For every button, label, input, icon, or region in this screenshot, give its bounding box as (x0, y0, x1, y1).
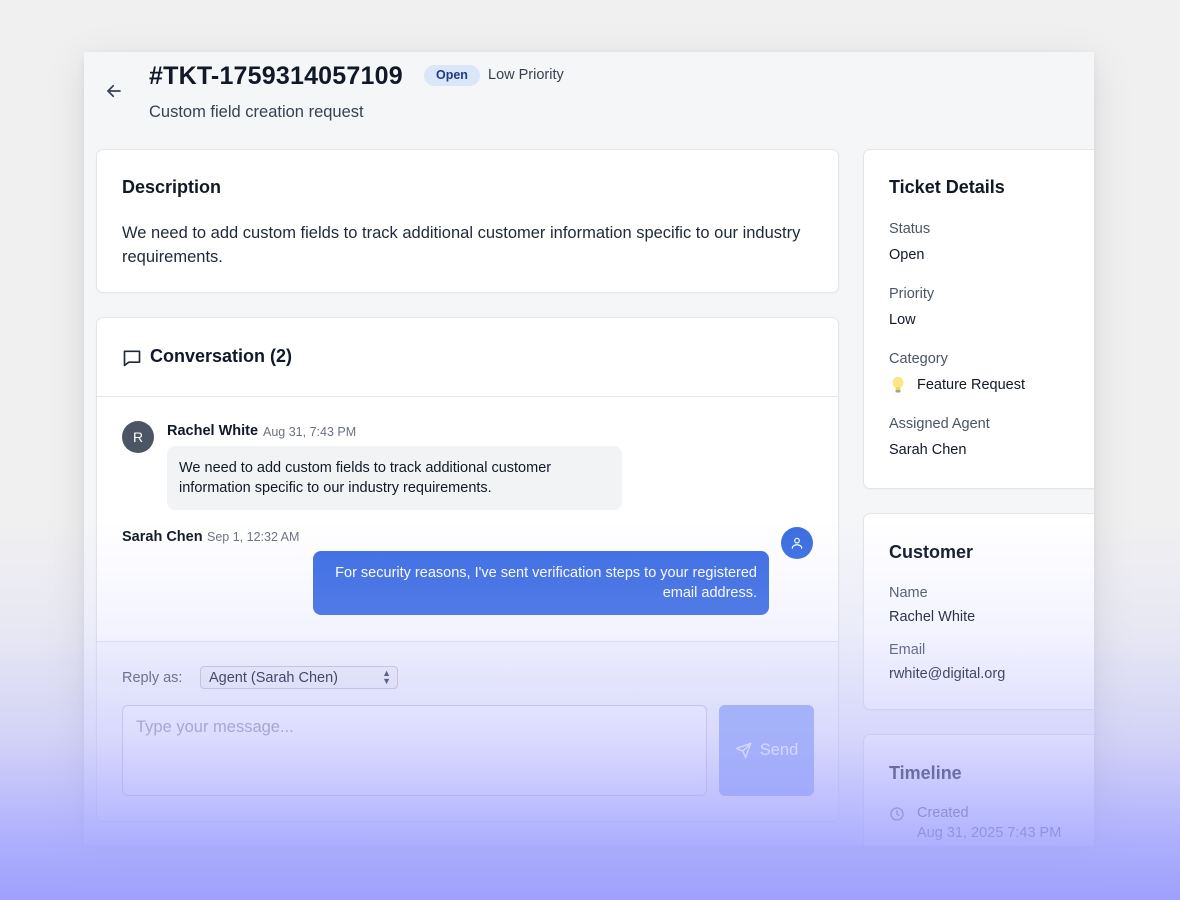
timeline-created-label: Created (917, 805, 969, 821)
category-label: Category (889, 351, 948, 367)
timeline-created-value: Aug 31, 2025 7:43 PM (917, 825, 1062, 841)
description-heading: Description (122, 177, 222, 197)
message-input[interactable]: Type your message... (122, 705, 707, 796)
ticket-details-card: Ticket Details Status Open Priority Low … (863, 149, 1094, 489)
message-bubble-customer: We need to add custom fields to track ad… (167, 446, 622, 510)
description-card: Description We need to add custom fields… (96, 149, 839, 293)
conversation-heading: Conversation (2) (150, 346, 293, 366)
user-icon (791, 537, 803, 549)
priority-value: Low (889, 312, 916, 328)
message-square-icon (123, 350, 141, 367)
arrow-left-icon (107, 84, 121, 98)
ticket-id-title: #TKT-1759314057109 (149, 62, 403, 90)
clock-icon (890, 807, 904, 821)
send-button[interactable]: Send (719, 705, 814, 796)
priority-label: Priority (889, 286, 935, 302)
message-timestamp: Sep 1, 12:32 AM (207, 530, 300, 544)
message-input-placeholder: Type your message... (136, 718, 294, 736)
status-badge: Open (424, 65, 480, 86)
assigned-agent-value: Sarah Chen (889, 442, 967, 458)
timeline-heading: Timeline (889, 763, 962, 783)
conversation-header: Conversation (2) (97, 318, 838, 397)
customer-name-label: Name (889, 585, 928, 601)
status-label: Status (889, 221, 931, 237)
ticket-details-heading: Ticket Details (889, 177, 1005, 197)
ticket-window: #TKT-1759314057109 Open Low Priority Cus… (84, 52, 1094, 846)
customer-email-value: rwhite@digital.org (889, 666, 1006, 682)
description-text: We need to add custom fields to track ad… (122, 224, 801, 266)
timeline-card: Timeline Created Aug 31, 2025 7:43 PM (863, 734, 1094, 846)
avatar: R (122, 421, 154, 453)
priority-label: Low Priority (488, 67, 564, 83)
back-button[interactable] (102, 79, 126, 103)
lightbulb-icon (892, 376, 904, 393)
customer-card: Customer Name Rachel White Email rwhite@… (863, 513, 1094, 710)
reply-as-label: Reply as: (122, 670, 183, 686)
reply-composer: Reply as: Agent (Sarah Chen) ▲ ▼ Type you… (97, 641, 838, 821)
ticket-subtitle: Custom field creation request (149, 103, 364, 121)
status-value: Open (889, 247, 925, 263)
reply-as-selected-value: Agent (Sarah Chen) (209, 670, 338, 686)
customer-email-label: Email (889, 642, 926, 658)
message-author: Rachel White (167, 423, 259, 439)
send-icon (735, 742, 752, 759)
customer-heading: Customer (889, 542, 974, 562)
message-bubble-agent: For security reasons, I've sent verifica… (313, 551, 769, 615)
assigned-agent-label: Assigned Agent (889, 416, 990, 432)
message-timestamp: Aug 31, 7:43 PM (263, 425, 357, 439)
category-value: Feature Request (917, 377, 1026, 393)
conversation-card: Conversation (2) R Rachel White Aug 31, … (96, 317, 839, 822)
customer-name-value: Rachel White (889, 609, 976, 625)
reply-as-select[interactable]: Agent (Sarah Chen) ▲ ▼ (200, 666, 398, 689)
message-author: Sarah Chen (122, 529, 203, 545)
send-label: Send (759, 741, 799, 759)
select-arrows-icon: ▲ ▼ (382, 668, 391, 686)
agent-avatar (781, 527, 813, 559)
